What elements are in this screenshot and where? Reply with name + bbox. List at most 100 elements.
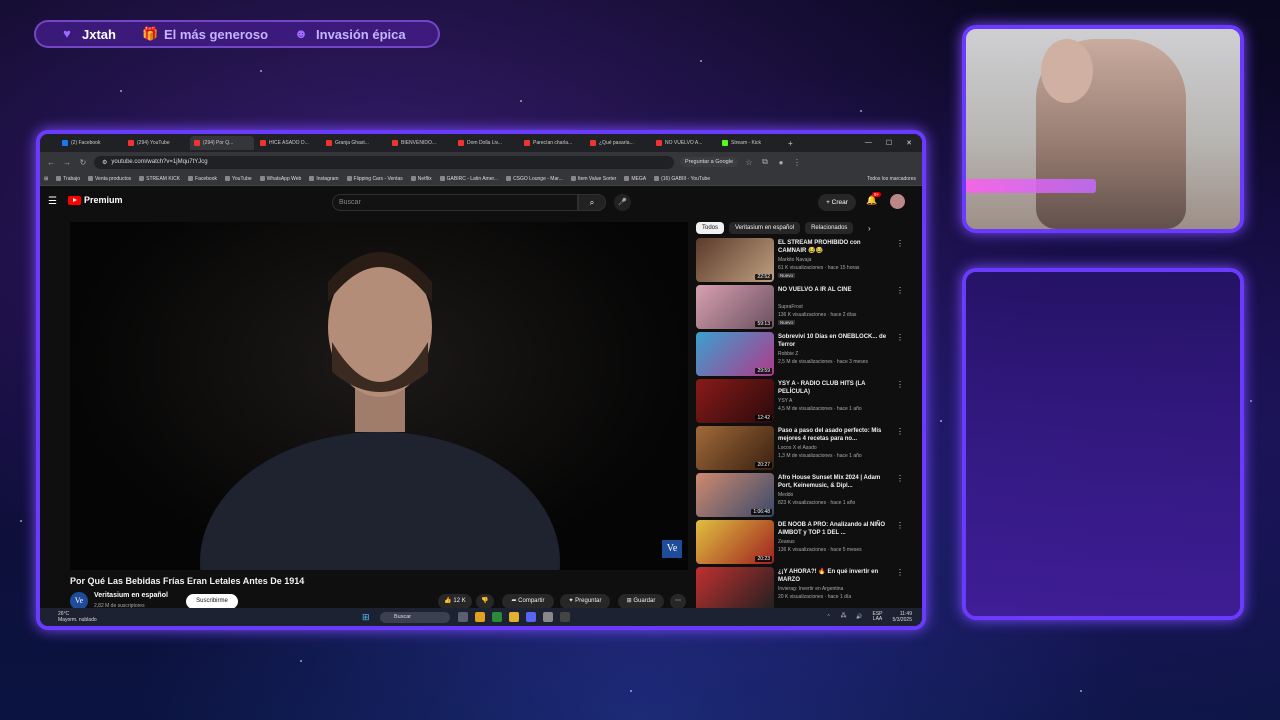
taskbar-search[interactable]: Buscar	[380, 612, 450, 623]
minimize-icon[interactable]: —	[865, 139, 872, 147]
bookmark-item[interactable]: GABIRC - Latin Amer...	[439, 176, 498, 182]
browser-tab[interactable]: Stream - Kick	[718, 136, 782, 150]
more-options-icon[interactable]: ⋮	[896, 427, 904, 436]
search-input[interactable]: Buscar	[332, 194, 578, 211]
forward-icon[interactable]: →	[62, 158, 72, 167]
video-thumbnail[interactable]: 20:23	[696, 520, 774, 564]
maximize-icon[interactable]: ☐	[886, 139, 892, 147]
browser-tab[interactable]: (294) YouTube	[124, 136, 188, 150]
create-button[interactable]: + Crear	[818, 194, 856, 211]
recommendation-item[interactable]: 59:13 NO VUELVO A IR AL CINE SupraFrost 136…	[696, 285, 906, 329]
bookmark-item[interactable]: Trabajo	[56, 176, 80, 182]
url-field[interactable]: ⚙ youtube.com/watch?v=1jMqu7tYJcg	[94, 155, 674, 169]
more-options-icon[interactable]: ⋮	[896, 521, 904, 530]
chip-all[interactable]: Todos	[696, 222, 725, 234]
bookmark-item[interactable]: Instagram	[309, 176, 339, 182]
more-options-icon[interactable]: ⋮	[896, 568, 904, 577]
new-tab-icon[interactable]: +	[788, 139, 793, 148]
recommendation-item[interactable]: 20:23 DE NOOB A PRO: Analizando al NIÑO A…	[696, 520, 906, 564]
discord-icon[interactable]	[526, 612, 536, 622]
all-bookmarks-link[interactable]: Todos los marcadores	[867, 176, 922, 182]
site-info-icon[interactable]: ⚙	[102, 159, 107, 166]
tray-chevron-icon[interactable]: ⌃	[827, 614, 831, 620]
settings-icon[interactable]	[543, 612, 553, 622]
bookmark-item[interactable]: MEGA	[624, 176, 646, 182]
bookmark-item[interactable]: STREAM KICK	[139, 176, 180, 182]
volume-icon[interactable]: 🔊	[856, 614, 862, 620]
more-options-icon[interactable]: ⋮	[896, 239, 904, 248]
bookmark-item[interactable]: Netflix	[410, 176, 432, 182]
browser-tab[interactable]: Granja Ghast...	[322, 136, 386, 150]
keyboard-language[interactable]: ESP LAA	[873, 612, 883, 622]
chip-channel[interactable]: Veritasium en español	[729, 222, 801, 234]
like-button[interactable]: 👍 12 K	[438, 594, 472, 609]
microphone-icon[interactable]: 🎤	[614, 194, 631, 211]
bookmark-item[interactable]: Facebook	[188, 176, 217, 182]
browser-tab[interactable]: NO VUELVO A...	[652, 136, 716, 150]
youtube-logo[interactable]: Premium	[68, 195, 123, 205]
windows-start-icon[interactable]: ⊞	[362, 612, 372, 622]
browser-tab[interactable]: BIENVENIDO...	[388, 136, 452, 150]
recommendation-item[interactable]: 29:59 Sobreviví 10 Días en ONEBLOCK... de…	[696, 332, 906, 376]
bookmark-item[interactable]: Venta productos	[87, 176, 131, 182]
weather-widget[interactable]: 26°C Mayorm. nublado	[58, 611, 97, 623]
bookmark-item[interactable]: WhatsApp Web	[259, 176, 301, 182]
more-options-icon[interactable]: ⋮	[896, 474, 904, 483]
video-thumbnail[interactable]	[696, 567, 774, 611]
video-thumbnail[interactable]: 1:06:48	[696, 473, 774, 517]
extensions-icon[interactable]: ⧉	[760, 157, 770, 167]
browser-tab[interactable]: ¿Qué pasaría...	[586, 136, 650, 150]
recommendation-item[interactable]: 22:52 EL STREAM PROHIBIDO con CAMNAIR 😂😂 M…	[696, 238, 906, 282]
ask-google-button[interactable]: Preguntar a Google	[680, 157, 739, 167]
bookmark-item[interactable]: (16) GABIII - YouTube	[654, 176, 710, 182]
subscribe-button[interactable]: Suscribirme	[186, 594, 238, 609]
chevron-right-icon[interactable]: ›	[868, 224, 871, 233]
bookmark-item[interactable]: CSGO Lounge - Mar...	[506, 176, 563, 182]
store-icon[interactable]	[492, 612, 502, 622]
reload-icon[interactable]: ↻	[78, 158, 88, 167]
dislike-button[interactable]: 👎	[476, 594, 494, 609]
search-icon[interactable]: ⌕	[578, 194, 606, 211]
video-thumbnail[interactable]: 22:52	[696, 238, 774, 282]
apps-grid-icon[interactable]: ⊞	[44, 176, 48, 182]
more-options-icon[interactable]: ⋮	[896, 286, 904, 295]
recommendation-item[interactable]: 1:06:48 Afro House Sunset Mix 2024 | Adam…	[696, 473, 906, 517]
recommendation-item[interactable]: 20:27 Paso a paso del asado perfecto: Mis…	[696, 426, 906, 470]
video-thumbnail[interactable]: 59:13	[696, 285, 774, 329]
ask-button[interactable]: ✦ Preguntar	[560, 594, 610, 609]
back-icon[interactable]: ←	[46, 158, 56, 167]
more-actions-button[interactable]: ⋯	[670, 594, 686, 609]
video-thumbnail[interactable]: 12:42	[696, 379, 774, 423]
user-avatar[interactable]	[890, 194, 905, 209]
bookmark-star-icon[interactable]: ☆	[744, 158, 754, 167]
chrome-icon[interactable]	[475, 612, 485, 622]
video-player[interactable]: Ve	[70, 222, 688, 570]
save-button[interactable]: ⊞ Guardar	[618, 594, 664, 609]
profile-icon[interactable]: ●	[776, 158, 786, 167]
task-view-icon[interactable]	[458, 612, 468, 622]
bookmark-item[interactable]: Flipping Cars - Ventas	[346, 176, 403, 182]
browser-tab[interactable]: Dom Dolla Liv...	[454, 136, 518, 150]
bookmark-item[interactable]: Item Value Sorter	[570, 176, 616, 182]
browser-menu-icon[interactable]: ⋮	[792, 158, 802, 167]
recommendation-item[interactable]: ¿¡Y AHORA?! 🔥 En qué invertir en MARZO In…	[696, 567, 906, 611]
recommendation-item[interactable]: 12:42 YSY A - RADIO CLUB HITS (LA PELÍCUL…	[696, 379, 906, 423]
chip-related[interactable]: Relacionados	[805, 222, 854, 234]
network-icon[interactable]: 🖧	[841, 613, 847, 621]
browser-tab[interactable]: (2) Facebook	[58, 136, 122, 150]
browser-tab[interactable]: HICE ASADO D...	[256, 136, 320, 150]
file-explorer-icon[interactable]	[509, 612, 519, 622]
channel-watermark[interactable]: Ve	[662, 540, 682, 558]
hamburger-menu-icon[interactable]: ☰	[48, 196, 57, 207]
browser-tab[interactable]: Parecían charla...	[520, 136, 584, 150]
more-options-icon[interactable]: ⋮	[896, 333, 904, 342]
share-button[interactable]: ➦ Compartir	[502, 594, 554, 609]
obs-icon[interactable]	[560, 612, 570, 622]
more-options-icon[interactable]: ⋮	[896, 380, 904, 389]
bookmark-item[interactable]: YouTube	[225, 176, 252, 182]
close-icon[interactable]: ✕	[906, 139, 912, 147]
video-thumbnail[interactable]: 29:59	[696, 332, 774, 376]
channel-name[interactable]: Veritasium en español	[94, 592, 168, 599]
video-thumbnail[interactable]: 20:27	[696, 426, 774, 470]
taskbar-clock[interactable]: 11:49 5/3/2025	[893, 611, 912, 623]
